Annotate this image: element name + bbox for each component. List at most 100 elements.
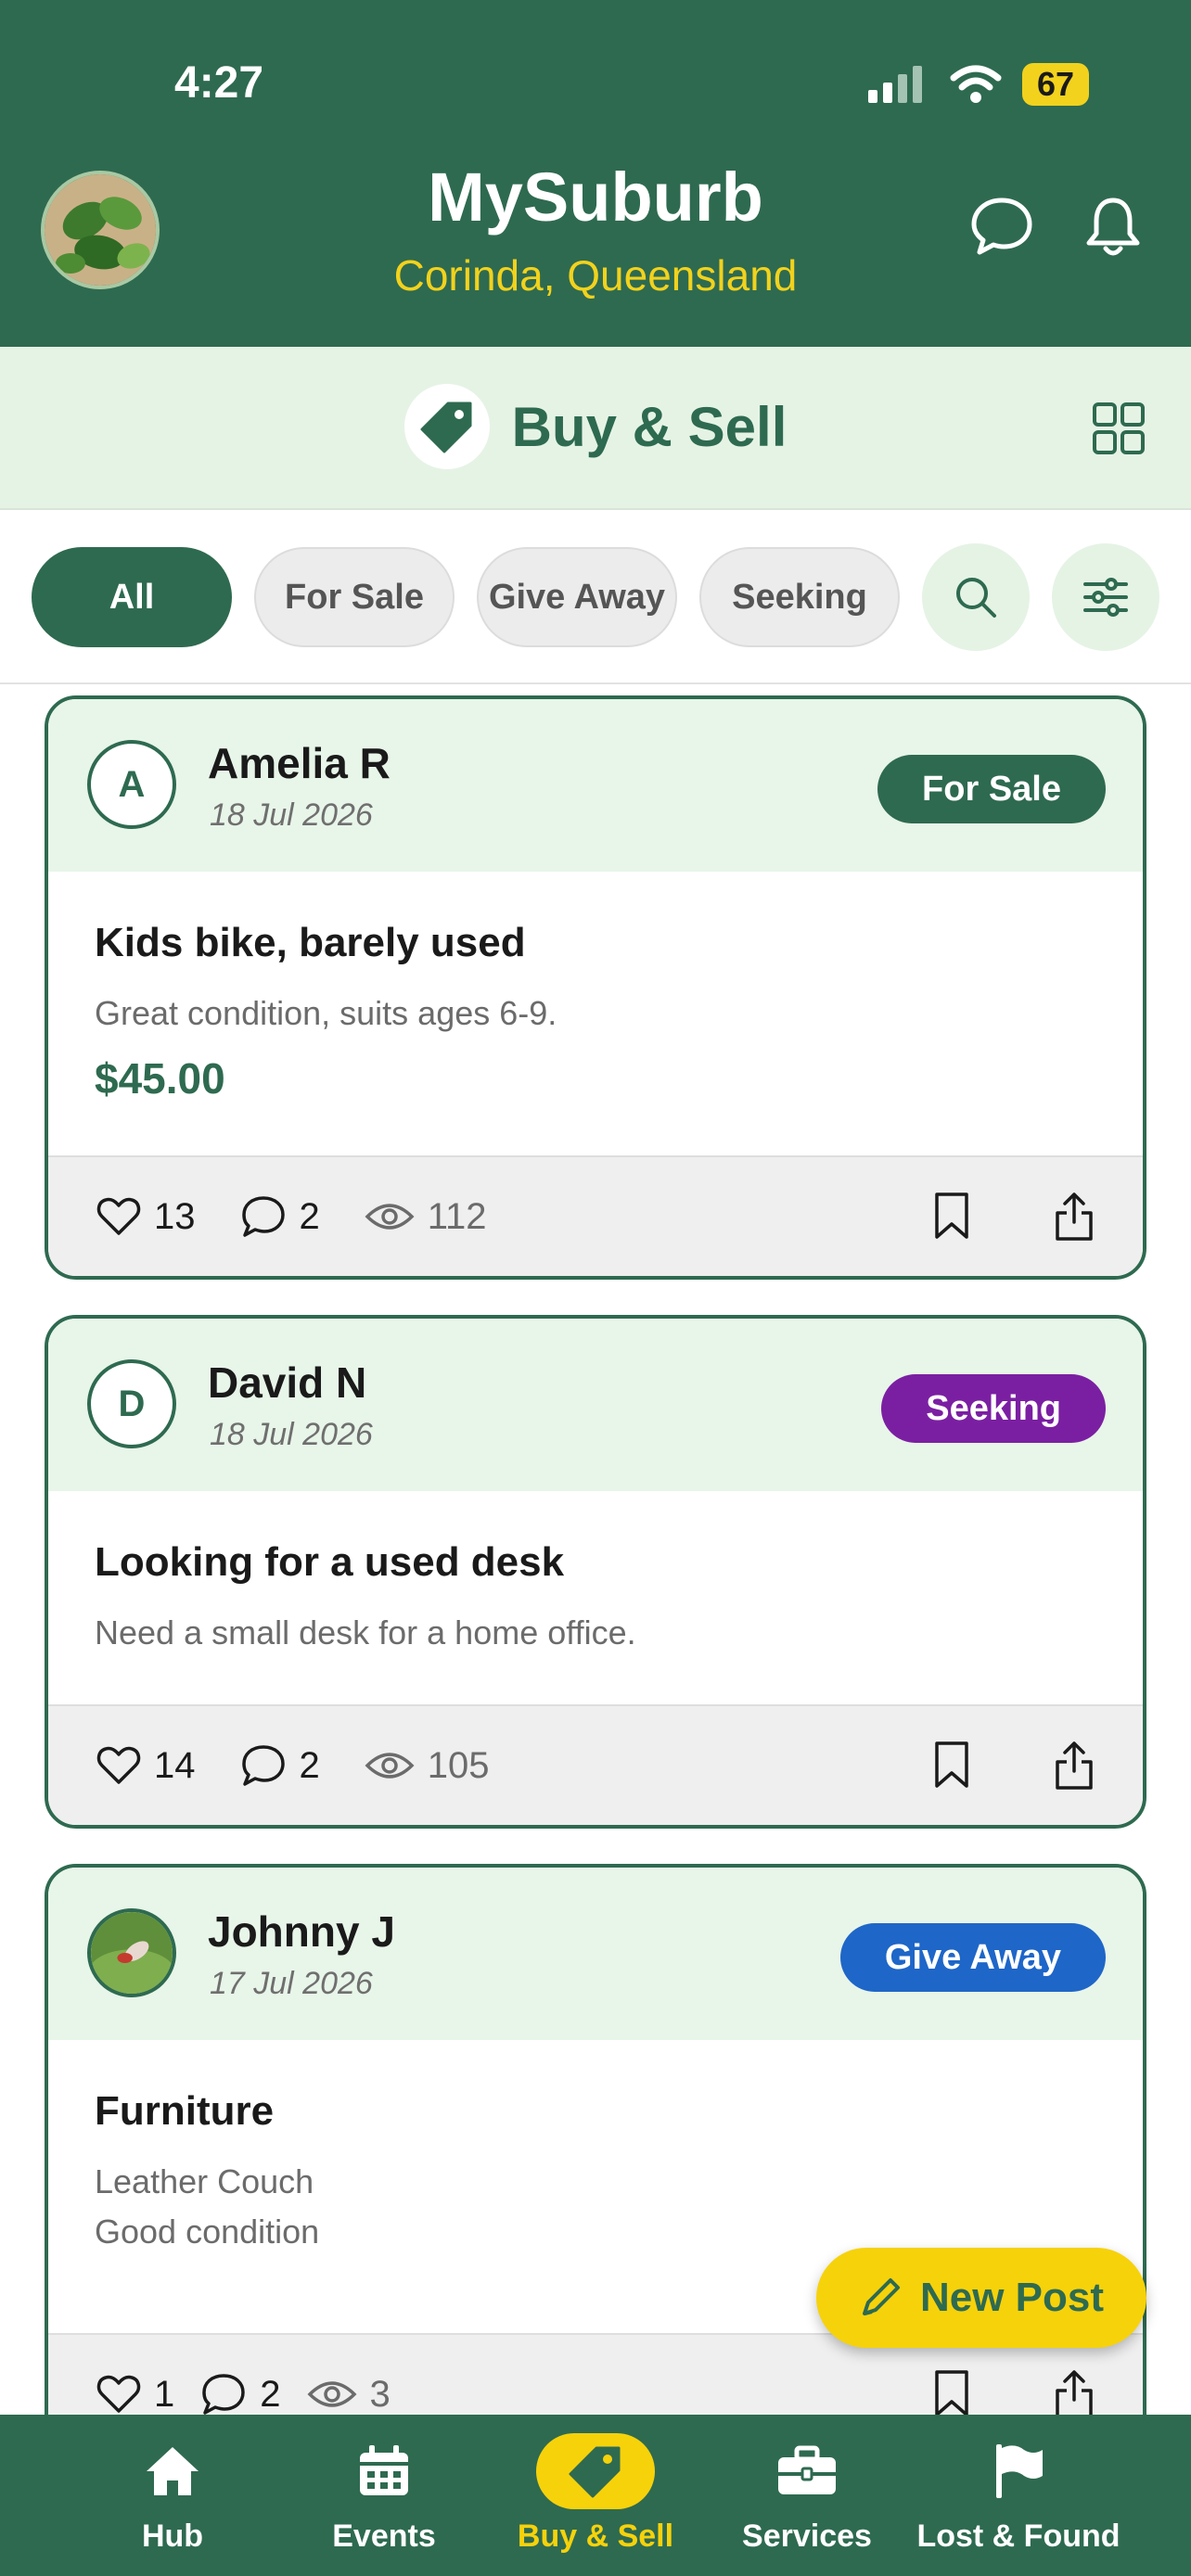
post-footer: 14 2 105 — [48, 1704, 1143, 1825]
new-post-button[interactable]: New Post — [816, 2248, 1146, 2348]
like-button[interactable]: 14 — [96, 1745, 196, 1787]
eye-icon — [365, 1204, 415, 1230]
view-count-group: 112 — [365, 1196, 487, 1238]
like-count: 13 — [154, 1195, 196, 1237]
like-button[interactable]: 1 — [96, 2374, 174, 2416]
wifi-icon — [950, 65, 1002, 103]
nav-label: Events — [332, 2519, 436, 2554]
post-date: 18 Jul 2026 — [210, 1417, 373, 1452]
filter-settings-button[interactable] — [1052, 543, 1159, 651]
share-icon[interactable] — [1054, 1191, 1095, 1243]
bookmark-icon[interactable] — [933, 2368, 970, 2418]
category-badge: Seeking — [881, 1374, 1106, 1443]
heart-icon — [96, 1197, 141, 1235]
profile-photo-icon — [91, 1912, 173, 1994]
author-name[interactable]: David N — [208, 1358, 366, 1408]
bottom-nav: Hub Events Buy & Sell Services Lost & Fo… — [0, 2415, 1191, 2576]
bookmark-icon[interactable] — [933, 1191, 970, 1241]
post-date: 18 Jul 2026 — [210, 797, 373, 833]
filter-chip-for-sale[interactable]: For Sale — [254, 547, 455, 647]
status-time: 4:27 — [174, 58, 264, 108]
section-title: Buy & Sell — [511, 395, 788, 458]
author-name[interactable]: Amelia R — [208, 738, 391, 788]
comment-icon — [241, 1196, 285, 1237]
view-count-group: 105 — [365, 1745, 490, 1787]
description-line: Leather Couch — [95, 2162, 314, 2200]
search-button[interactable] — [922, 543, 1030, 651]
heart-icon — [96, 2375, 141, 2413]
post-description: Need a small desk for a home office. — [95, 1613, 636, 1651]
tag-icon — [420, 402, 472, 453]
comment-count: 2 — [260, 2373, 281, 2415]
nav-label: Buy & Sell — [517, 2519, 674, 2554]
post-footer: 13 2 112 — [48, 1155, 1143, 1276]
section-bar: Buy & Sell — [0, 347, 1191, 510]
post-body: Furniture Leather Couch Good condition — [48, 2040, 1143, 2257]
comment-icon — [241, 1745, 285, 1786]
eye-icon — [307, 2381, 356, 2407]
post-price: $45.00 — [95, 1054, 225, 1103]
author-name[interactable]: Johnny J — [208, 1906, 395, 1957]
nav-item-services[interactable]: Services — [696, 2433, 918, 2555]
nav-label: Lost & Found — [916, 2519, 1121, 2554]
chat-icon[interactable] — [968, 193, 1035, 260]
comment-button[interactable]: 2 — [240, 1194, 320, 1239]
post-card[interactable]: A Amelia R 18 Jul 2026 For Sale Kids bik… — [45, 695, 1146, 1280]
bell-icon[interactable] — [1080, 193, 1146, 260]
post-card[interactable]: Johnny J 17 Jul 2026 Give Away Furniture… — [45, 1864, 1146, 2457]
filter-chip-give-away[interactable]: Give Away — [477, 547, 677, 647]
nav-item-events[interactable]: Events — [273, 2433, 495, 2555]
filter-chip-all[interactable]: All — [32, 547, 232, 647]
post-title: Kids bike, barely used — [95, 920, 526, 965]
heart-icon — [96, 1746, 141, 1784]
post-header: D David N 18 Jul 2026 Seeking — [48, 1319, 1143, 1491]
post-header: Johnny J 17 Jul 2026 Give Away — [48, 1868, 1143, 2040]
post-date: 17 Jul 2026 — [210, 1966, 373, 2001]
active-nav-pill — [536, 2433, 655, 2509]
filter-divider — [0, 682, 1191, 684]
filter-bar: All For Sale Give Away Seeking — [32, 543, 1159, 651]
post-card[interactable]: D David N 18 Jul 2026 Seeking Looking fo… — [45, 1315, 1146, 1829]
post-body: Looking for a used desk Need a small des… — [48, 1491, 1143, 1658]
like-button[interactable]: 13 — [96, 1196, 196, 1238]
signal-icon — [867, 66, 922, 103]
grid-view-icon[interactable] — [1091, 401, 1146, 456]
post-header: A Amelia R 18 Jul 2026 For Sale — [48, 699, 1143, 872]
category-badge: For Sale — [877, 755, 1106, 823]
author-avatar[interactable] — [87, 1908, 176, 1997]
author-avatar[interactable]: A — [87, 740, 176, 829]
battery-indicator: 67 — [1021, 63, 1089, 106]
post-title: Furniture — [95, 2088, 275, 2134]
nav-label: Services — [742, 2519, 872, 2554]
comment-count: 2 — [299, 1744, 320, 1786]
post-description: Leather Couch Good condition — [95, 2157, 1096, 2257]
pencil-icon — [862, 2278, 900, 2315]
nav-item-buy-sell[interactable]: Buy & Sell — [484, 2433, 707, 2555]
bookmark-icon[interactable] — [933, 1740, 970, 1790]
flag-icon — [996, 2444, 1043, 2498]
share-icon[interactable] — [1054, 2368, 1095, 2420]
section-tag-badge — [403, 384, 490, 469]
status-icons: 67 — [867, 63, 1089, 106]
view-count-group: 3 — [307, 2374, 391, 2416]
search-icon — [956, 578, 996, 618]
nav-item-lost-found[interactable]: Lost & Found — [907, 2433, 1130, 2555]
comment-button[interactable]: 2 — [200, 2372, 281, 2417]
view-count: 112 — [427, 1195, 487, 1237]
tag-icon — [569, 2446, 621, 2498]
filter-chip-seeking[interactable]: Seeking — [699, 547, 900, 647]
nav-item-hub[interactable]: Hub — [61, 2433, 284, 2555]
author-avatar[interactable]: D — [87, 1359, 176, 1448]
comment-button[interactable]: 2 — [240, 1743, 320, 1788]
like-count: 1 — [154, 2373, 175, 2415]
sliders-icon — [1083, 578, 1128, 617]
comment-count: 2 — [299, 1195, 320, 1237]
share-icon[interactable] — [1054, 1740, 1095, 1792]
calendar-icon — [360, 2445, 408, 2495]
nav-label: Hub — [141, 2519, 204, 2554]
post-title: Looking for a used desk — [95, 1539, 565, 1585]
comment-icon — [202, 2374, 245, 2415]
post-body: Kids bike, barely used Great condition, … — [48, 872, 1143, 1103]
view-count: 3 — [369, 2373, 391, 2415]
app-header: 4:27 67 MySuburb Corinda, Queensland — [0, 0, 1191, 347]
